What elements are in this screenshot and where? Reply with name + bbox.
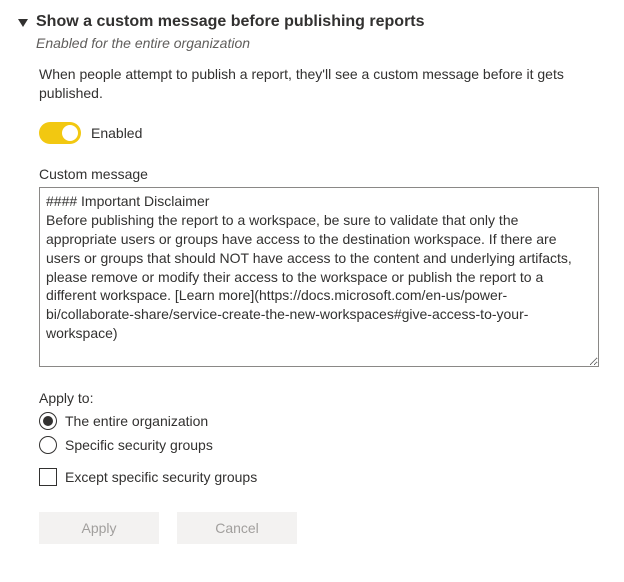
radio-icon xyxy=(39,436,57,454)
apply-to-entire-org[interactable]: The entire organization xyxy=(39,412,606,430)
radio-label: The entire organization xyxy=(65,413,208,429)
checkbox-icon xyxy=(39,468,57,486)
setting-subtitle: Enabled for the entire organization xyxy=(36,35,606,51)
radio-label: Specific security groups xyxy=(65,437,213,453)
enabled-toggle-label: Enabled xyxy=(91,125,142,141)
cancel-button[interactable]: Cancel xyxy=(177,512,297,544)
apply-to-specific-groups[interactable]: Specific security groups xyxy=(39,436,606,454)
setting-title: Show a custom message before publishing … xyxy=(36,12,606,33)
except-specific-groups[interactable]: Except specific security groups xyxy=(39,468,606,486)
apply-button[interactable]: Apply xyxy=(39,512,159,544)
toggle-knob xyxy=(62,125,78,141)
custom-message-input[interactable] xyxy=(39,187,599,367)
checkbox-label: Except specific security groups xyxy=(65,469,257,485)
apply-to-label: Apply to: xyxy=(39,390,606,406)
setting-description: When people attempt to publish a report,… xyxy=(39,65,606,104)
enabled-toggle[interactable] xyxy=(39,122,81,144)
collapse-icon[interactable] xyxy=(18,19,28,27)
radio-icon xyxy=(39,412,57,430)
custom-message-label: Custom message xyxy=(39,166,606,182)
